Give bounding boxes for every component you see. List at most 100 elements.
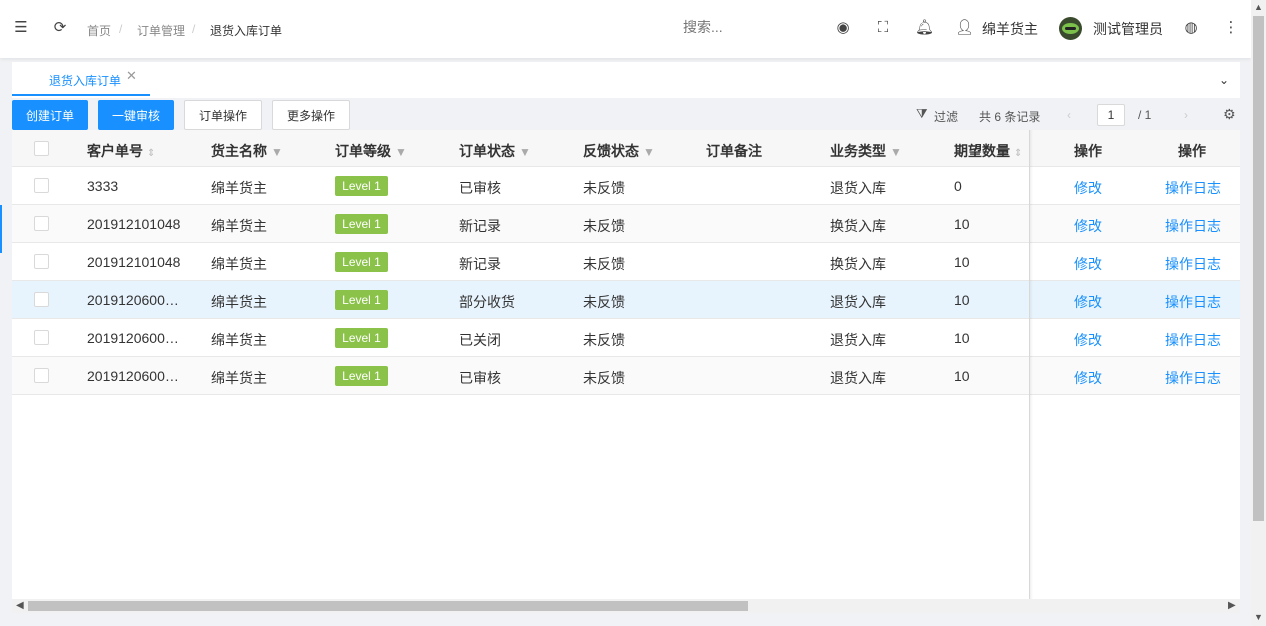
row-checkbox[interactable] — [34, 178, 49, 193]
scroll-right-icon[interactable]: ▶ — [1228, 599, 1236, 613]
level-tag: Level 1 — [335, 328, 388, 348]
edit-link[interactable]: 修改 — [1074, 178, 1102, 198]
select-all-checkbox[interactable] — [34, 141, 49, 156]
create-order-button[interactable]: 创建订单 — [12, 100, 88, 130]
page-total: / 1 — [1138, 108, 1152, 122]
fullscreen-icon[interactable]: ⛶ — [875, 20, 891, 36]
col-qty[interactable]: 期望数量 ⇕ — [954, 141, 1022, 161]
table-row[interactable]: 2019120600… 绵羊货主 Level 1 已审核 未反馈 退货入库 10… — [12, 357, 1240, 395]
edit-link[interactable]: 修改 — [1074, 292, 1102, 312]
level-tag: Level 1 — [335, 366, 388, 386]
side-accent — [0, 205, 2, 253]
operation-log-link[interactable]: 操作日志 — [1165, 292, 1221, 312]
col-level[interactable]: 订单等级 ▼ — [335, 141, 407, 161]
cell-status: 已审核 — [459, 370, 501, 386]
col-remark: 订单备注 — [706, 143, 762, 159]
table-row[interactable]: 3333 绵羊货主 Level 1 已审核 未反馈 退货入库 0 修改 操作日志 — [12, 167, 1240, 205]
close-icon[interactable]: ✕ — [126, 68, 137, 84]
top-header: ☰ ⟳ 首页 / 订单管理 / 退货入库订单 ◉ ⛶ 🔔︎ 👤︎ 绵羊货主 测试… — [0, 0, 1251, 58]
col-owner[interactable]: 货主名称 ▼ — [211, 141, 283, 161]
row-checkbox[interactable] — [34, 330, 49, 345]
edit-link[interactable]: 修改 — [1074, 254, 1102, 274]
more-ops-button[interactable]: 更多操作 — [272, 100, 350, 130]
chevron-down-icon[interactable]: ⌄ — [1210, 66, 1238, 94]
row-checkbox[interactable] — [34, 254, 49, 269]
operation-log-link[interactable]: 操作日志 — [1165, 254, 1221, 274]
avatar[interactable] — [1059, 17, 1082, 40]
operation-log-link[interactable]: 操作日志 — [1165, 178, 1221, 198]
col-action-log: 操作 — [1178, 143, 1206, 159]
vertical-scrollbar[interactable]: ▲ ▼ — [1251, 0, 1266, 626]
table-row[interactable]: 201912101048 绵羊货主 Level 1 新记录 未反馈 换货入库 1… — [12, 243, 1240, 281]
filter-icon: ▼ — [271, 145, 283, 159]
cell-owner: 绵羊货主 — [211, 370, 267, 386]
cell-feedback: 未反馈 — [583, 332, 625, 348]
horizontal-scrollbar[interactable]: ◀ ▶ — [12, 599, 1240, 613]
cell-customer-no: 201912101048 — [87, 216, 181, 232]
vertical-scroll-thumb[interactable] — [1253, 16, 1264, 521]
cell-qty: 10 — [954, 254, 970, 270]
table-header: 客户单号 ⇕ 货主名称 ▼ 订单等级 ▼ 订单状态 ▼ 反馈状态 ▼ 订单备注 业务类型 ▼… — [12, 130, 1240, 167]
refresh-icon[interactable]: ⟳ — [52, 20, 68, 36]
horizontal-scroll-thumb[interactable] — [28, 601, 748, 611]
col-biz-type[interactable]: 业务类型 ▼ — [830, 141, 902, 161]
next-page-icon[interactable]: › — [1184, 108, 1188, 122]
cell-qty: 10 — [954, 292, 970, 308]
one-click-approve-button[interactable]: 一键审核 — [98, 100, 174, 130]
cell-feedback: 未反馈 — [583, 294, 625, 310]
bell-icon[interactable]: 🔔︎ — [915, 20, 934, 36]
col-status[interactable]: 订单状态 ▼ — [459, 141, 531, 161]
table-row[interactable]: 201912101048 绵羊货主 Level 1 新记录 未反馈 换货入库 1… — [12, 205, 1240, 243]
cell-qty: 0 — [954, 178, 962, 194]
filter-label[interactable]: 过滤 — [934, 108, 958, 125]
cell-owner: 绵羊货主 — [211, 256, 267, 272]
sort-icon: ⇕ — [147, 148, 156, 159]
operation-log-link[interactable]: 操作日志 — [1165, 330, 1221, 350]
cell-feedback: 未反馈 — [583, 256, 625, 272]
cell-status: 部分收货 — [459, 294, 515, 310]
cell-qty: 10 — [954, 330, 970, 346]
scroll-up-icon[interactable]: ▲ — [1254, 2, 1263, 12]
admin-name[interactable]: 测试管理员 — [1093, 19, 1163, 39]
scroll-left-icon[interactable]: ◀ — [16, 599, 24, 613]
table-row[interactable]: 2019120600… 绵羊货主 Level 1 已关闭 未反馈 退货入库 10… — [12, 319, 1240, 357]
tab-return-inbound-orders[interactable]: 退货入库订单 ✕ — [12, 62, 150, 96]
operation-log-link[interactable]: 操作日志 — [1165, 368, 1221, 388]
scroll-down-icon[interactable]: ▼ — [1254, 612, 1263, 622]
operation-log-link[interactable]: 操作日志 — [1165, 216, 1221, 236]
globe-icon[interactable]: ◍ — [1183, 20, 1199, 36]
sort-icon: ⇕ — [1014, 148, 1023, 159]
level-tag: Level 1 — [335, 214, 388, 234]
filter-icon[interactable]: ⧩ — [916, 106, 928, 122]
edit-link[interactable]: 修改 — [1074, 368, 1102, 388]
col-feedback[interactable]: 反馈状态 ▼ — [583, 141, 655, 161]
breadcrumb-separator: / — [119, 22, 123, 36]
cell-customer-no: 3333 — [87, 178, 119, 194]
prev-page-icon[interactable]: ‹ — [1067, 108, 1071, 122]
tab-bar: 退货入库订单 ✕ ⌄ — [12, 62, 1240, 98]
record-icon[interactable]: ◉ — [835, 20, 851, 36]
level-tag: Level 1 — [335, 176, 388, 196]
row-checkbox[interactable] — [34, 216, 49, 231]
edit-link[interactable]: 修改 — [1074, 216, 1102, 236]
order-ops-button[interactable]: 订单操作 — [184, 100, 262, 130]
cell-customer-no: 201912101048 — [87, 254, 181, 270]
shipper-name[interactable]: 绵羊货主 — [982, 19, 1038, 39]
level-tag: Level 1 — [335, 290, 388, 310]
breadcrumb-home[interactable]: 首页 — [87, 22, 111, 39]
menu-fold-icon[interactable]: ☰ — [13, 20, 29, 36]
more-vertical-icon[interactable]: ⋮ — [1223, 20, 1239, 36]
breadcrumb-separator: / — [192, 22, 196, 36]
search-input[interactable] — [683, 19, 813, 35]
table-row[interactable]: 2019120600… 绵羊货主 Level 1 部分收货 未反馈 退货入库 1… — [12, 281, 1240, 319]
row-checkbox[interactable] — [34, 368, 49, 383]
settings-icon[interactable]: ⚙ — [1223, 106, 1236, 123]
cell-biz-type: 退货入库 — [830, 180, 886, 196]
edit-link[interactable]: 修改 — [1074, 330, 1102, 350]
col-customer-no[interactable]: 客户单号 ⇕ — [87, 141, 155, 161]
row-checkbox[interactable] — [34, 292, 49, 307]
breadcrumb-order-mgmt[interactable]: 订单管理 — [137, 22, 185, 39]
user-icon: 👤︎ — [955, 19, 975, 36]
cell-owner: 绵羊货主 — [211, 332, 267, 348]
page-input[interactable]: 1 — [1097, 104, 1125, 126]
